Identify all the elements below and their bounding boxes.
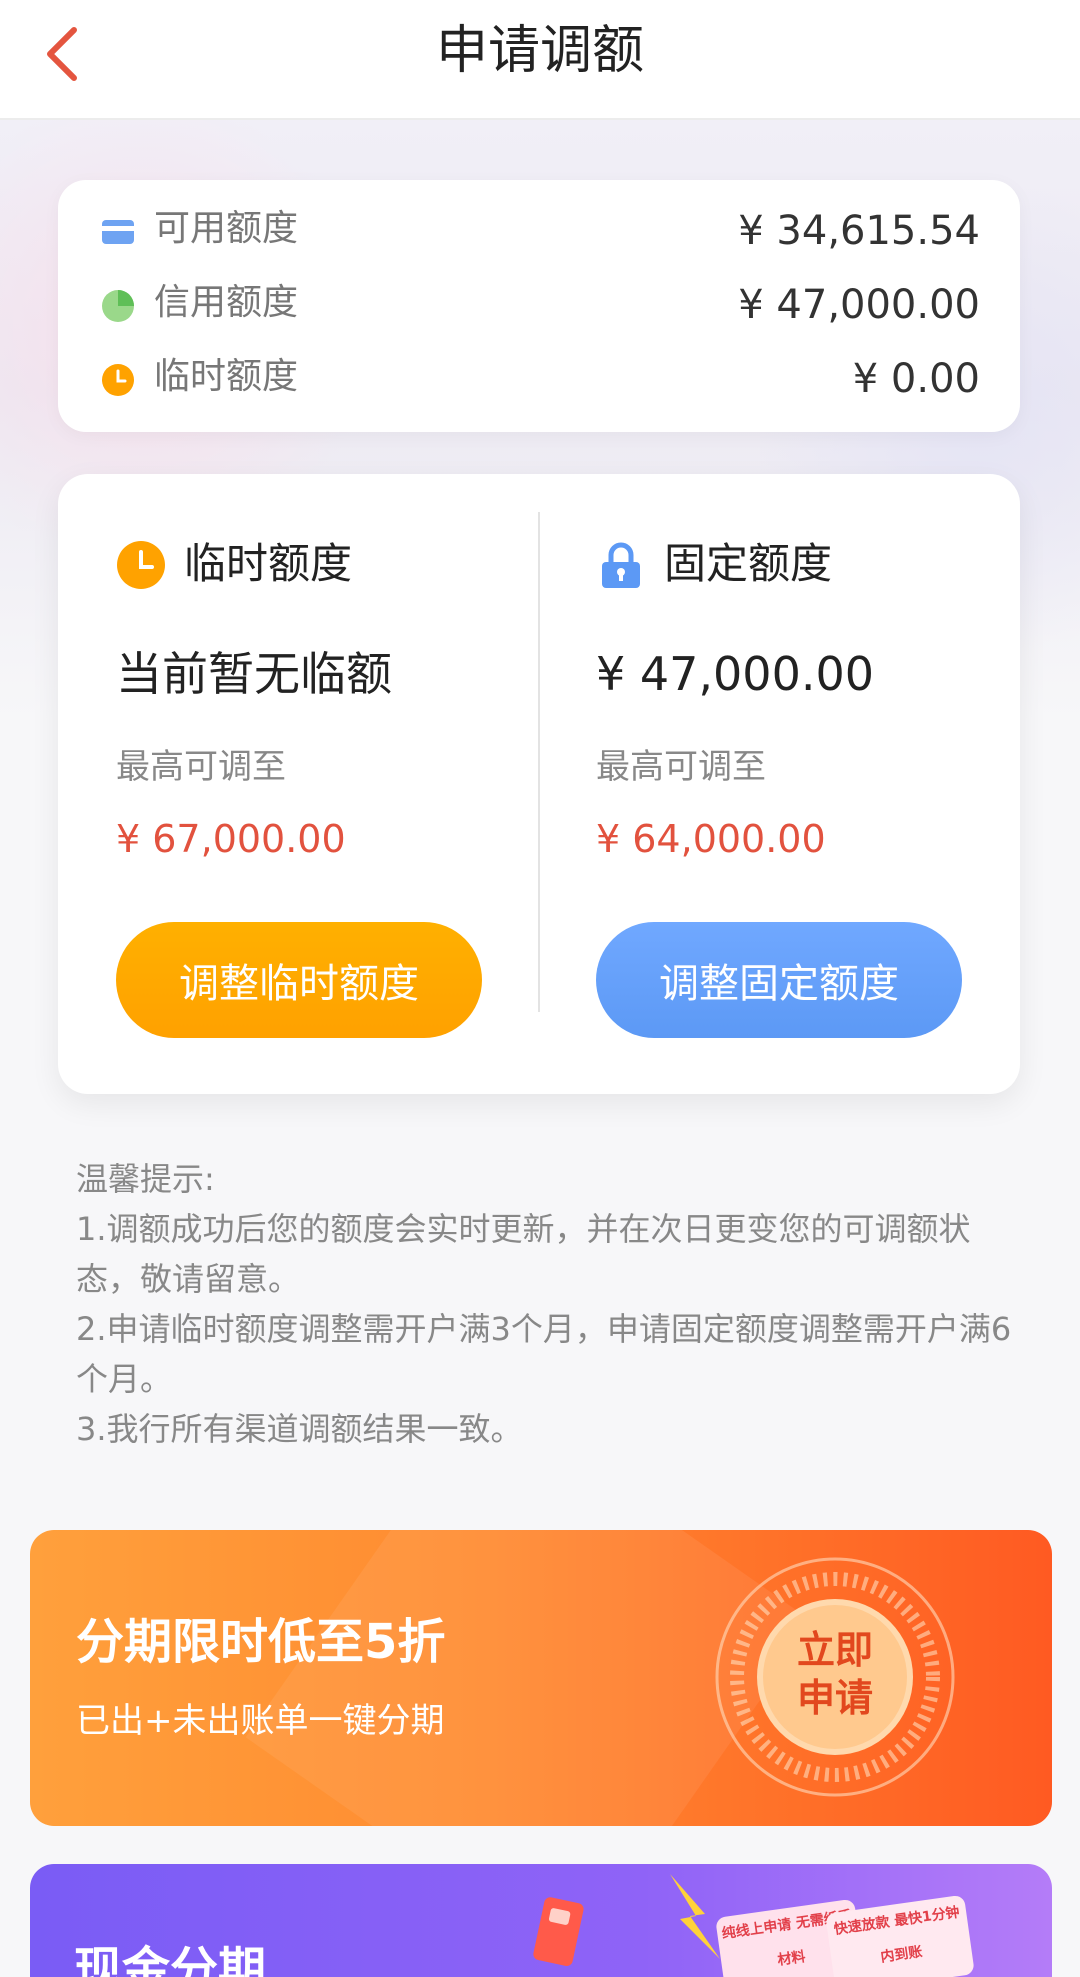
cash-installment-title: 现金分期: [74, 1942, 267, 1977]
card-icon: [102, 220, 134, 244]
tips-line: 2.申请临时额度调整需开户满3个月，申请固定额度调整需开户满6个月。: [76, 1310, 1012, 1398]
fixed-quota-current: ¥ 47,000.00: [596, 647, 874, 701]
card-decoration-icon: [533, 1897, 584, 1966]
pie-chart-icon: [102, 290, 134, 322]
tips-line: 3.我行所有渠道调额结果一致。: [76, 1410, 523, 1448]
fixed-quota-max-label: 最高可调至: [596, 747, 766, 787]
adjust-fixed-quota-button[interactable]: 调整固定额度: [596, 922, 962, 1038]
clock-icon: [102, 364, 134, 396]
clock-icon: [117, 541, 165, 589]
available-credit-row: 可用额度 ¥ 34,615.54: [100, 202, 980, 262]
promo-subtitle: 已出+未出账单一键分期: [76, 1701, 445, 1741]
quota-adjust-card: 临时额度 当前暂无临额 最高可调至 ¥ 67,000.00 调整临时额度 固定额…: [58, 474, 1020, 1094]
credit-limit-label: 信用额度: [154, 282, 299, 323]
tips-title: 温馨提示:: [76, 1160, 215, 1198]
tips-section: 温馨提示: 1.调额成功后您的额度会实时更新，并在次日更变您的可调额状态，敬请留…: [76, 1154, 1016, 1454]
adjust-temporary-quota-button[interactable]: 调整临时额度: [116, 922, 482, 1038]
available-credit-label: 可用额度: [154, 208, 299, 249]
apply-now-button[interactable]: 立即申请: [785, 1626, 885, 1722]
temporary-quota-max-label: 最高可调至: [116, 747, 286, 787]
installment-promo-banner[interactable]: 分期限时低至5折 已出+未出账单一键分期 立即申请: [30, 1530, 1052, 1826]
promo-title: 分期限时低至5折: [76, 1614, 446, 1670]
temporary-credit-row: 临时额度 ¥ 0.00: [100, 350, 980, 410]
cash-installment-banner[interactable]: 现金分期 纯线上申请 无需纸质材料 快速放款 最快1分钟内到账: [30, 1864, 1052, 1977]
tips-line: 1.调额成功后您的额度会实时更新，并在次日更变您的可调额状态，敬请留意。: [76, 1210, 971, 1298]
available-credit-value: ¥ 34,615.54: [738, 208, 980, 254]
header-bar: 申请调额: [0, 0, 1080, 120]
lock-icon: [602, 542, 640, 588]
temporary-quota-max-value: ¥ 67,000.00: [116, 817, 346, 861]
page-title: 申请调额: [435, 21, 644, 81]
temporary-credit-label: 临时额度: [154, 356, 299, 397]
fixed-quota-title: 固定额度: [664, 539, 833, 588]
temporary-quota-column: 临时额度 当前暂无临额 最高可调至 ¥ 67,000.00 调整临时额度: [116, 474, 536, 1094]
column-divider: [538, 512, 540, 1012]
credit-limit-row: 信用额度 ¥ 47,000.00: [100, 276, 980, 336]
credit-summary-card: 可用额度 ¥ 34,615.54 信用额度 ¥ 47,000.00 临时额度 ¥…: [58, 180, 1020, 432]
fixed-quota-column: 固定额度 ¥ 47,000.00 最高可调至 ¥ 64,000.00 调整固定额…: [596, 474, 1016, 1094]
temporary-quota-current: 当前暂无临额: [116, 647, 392, 701]
page: 申请调额 可用额度 ¥ 34,615.54 信用额度 ¥ 47,000.00 临…: [0, 0, 1080, 1977]
credit-limit-value: ¥ 47,000.00: [738, 282, 980, 328]
fixed-quota-max-value: ¥ 64,000.00: [596, 817, 826, 861]
temporary-credit-value: ¥ 0.00: [852, 356, 980, 402]
fixed-quota-header: 固定额度: [596, 534, 1016, 594]
temporary-quota-title: 临时额度: [184, 539, 353, 588]
temporary-quota-header: 临时额度: [116, 534, 536, 594]
